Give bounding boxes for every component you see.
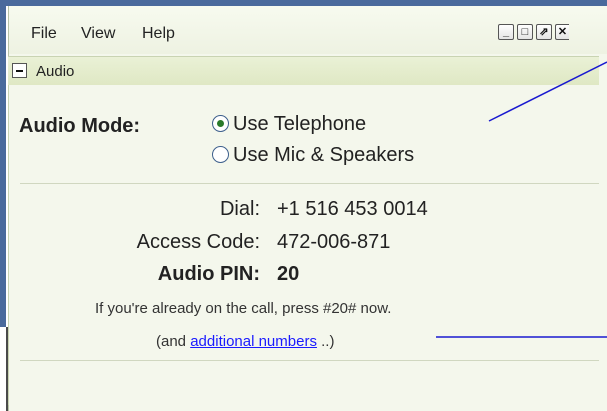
callout-line-audio-mode — [488, 61, 607, 122]
callout-lines — [436, 61, 607, 338]
